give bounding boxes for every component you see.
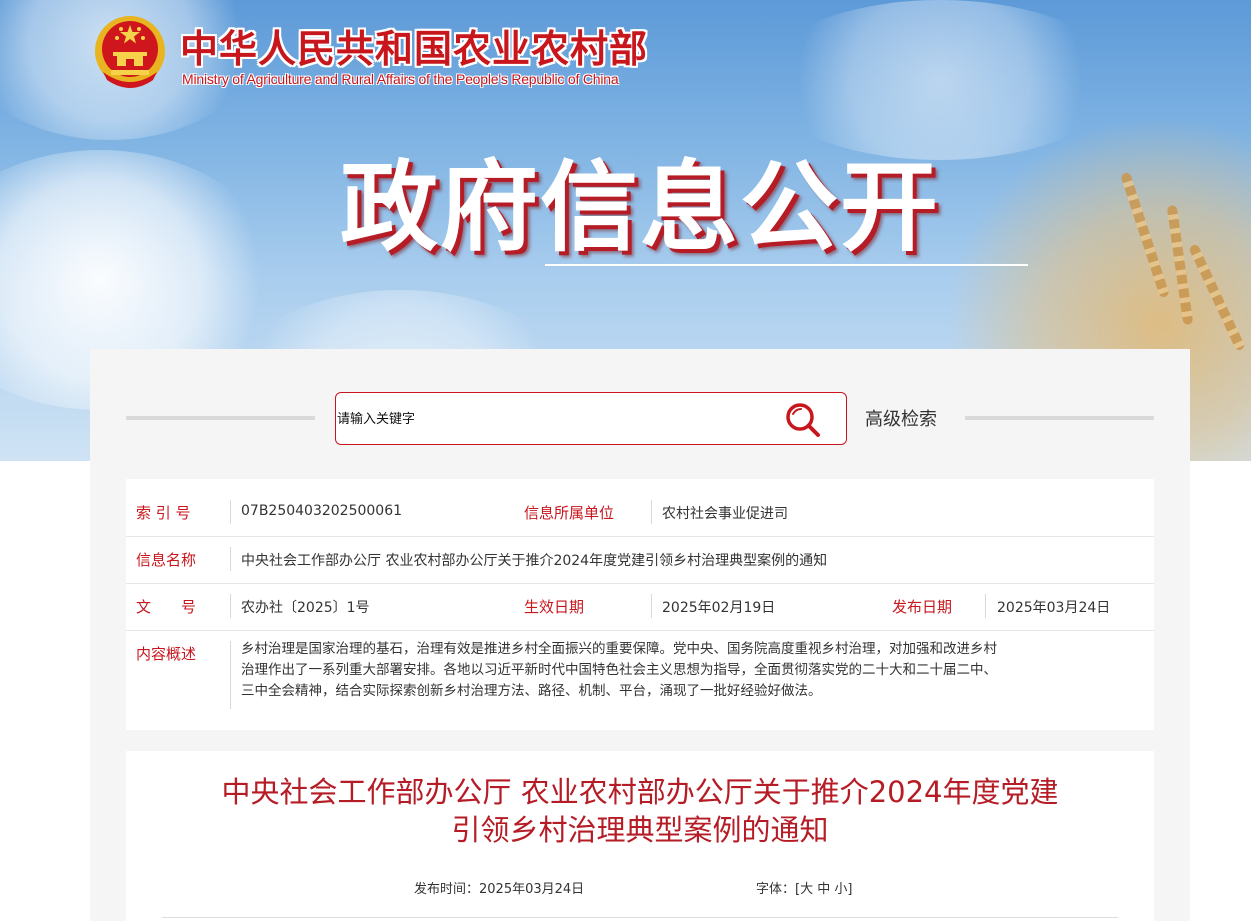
article-title-line: 中央社会工作部办公厅 农业农村部办公厅关于推介2024年度党建	[221, 775, 1059, 809]
docno-value: 农办社〔2025〕1号	[241, 600, 370, 616]
docno-label: 文 号	[136, 598, 197, 616]
article: 中央社会工作部办公厅 农业农村部办公厅关于推介2024年度党建 引领乡村治理典型…	[126, 751, 1154, 921]
publish-date-value: 2025年03月24日	[997, 600, 1111, 616]
publish-time-value: 2025年03月24日	[479, 882, 585, 897]
search-divider-left	[126, 416, 315, 420]
publish-date-label: 发布日期	[892, 598, 953, 616]
article-title: 中央社会工作部办公厅 农业农村部办公厅关于推介2024年度党建 引领乡村治理典型…	[126, 773, 1154, 849]
info-row-summary: 内容概述 乡村治理是国家治理的基石，治理有效是推进乡村全面振兴的重要保障。党中央…	[126, 631, 1154, 721]
font-size-label: 字体：	[756, 882, 796, 897]
info-row-docno: 文 号 农办社〔2025〕1号 生效日期 2025年02月19日 发布日期 20…	[126, 584, 1154, 631]
cell-divider	[230, 594, 231, 618]
search-bar: 高级检索	[90, 392, 1190, 445]
font-large-button[interactable]: 大	[800, 882, 813, 897]
search-input[interactable]	[336, 406, 756, 432]
cell-divider	[230, 547, 231, 571]
hero-title: 政府信息公开	[340, 151, 941, 265]
publish-time-label: 发布时间：	[414, 882, 480, 897]
site-brand-subtitle: Ministry of Agriculture and Rural Affair…	[182, 71, 619, 87]
info-row-index: 索 引 号 07B250403202500061 信息所属单位 农村社会事业促进…	[126, 490, 1154, 537]
cell-divider	[230, 500, 231, 524]
article-title-line: 引领乡村治理典型案例的通知	[451, 813, 829, 847]
summary-line: 三中全会精神，结合实际探索创新乡村治理方法、路径、机制、平台，涌现了一批好经验好…	[241, 683, 822, 699]
article-divider	[162, 917, 1118, 918]
cell-divider	[985, 594, 986, 618]
unit-label: 信息所属单位	[524, 504, 615, 522]
name-value: 中央社会工作部办公厅 农业农村部办公厅关于推介2024年度党建引领乡村治理典型案…	[241, 553, 828, 569]
font-medium-button[interactable]: 中	[817, 882, 830, 897]
info-table: 索 引 号 07B250403202500061 信息所属单位 农村社会事业促进…	[126, 479, 1154, 730]
cell-divider	[651, 500, 652, 524]
name-label: 信息名称	[136, 551, 197, 569]
unit-value: 农村社会事业促进司	[662, 506, 788, 522]
info-row-name: 信息名称 中央社会工作部办公厅 农业农村部办公厅关于推介2024年度党建引领乡村…	[126, 537, 1154, 584]
font-bracket-close: ]	[847, 882, 853, 897]
advanced-search-link[interactable]: 高级检索	[865, 405, 937, 431]
cell-divider	[651, 594, 652, 618]
index-label: 索 引 号	[136, 504, 191, 522]
summary-label: 内容概述	[136, 645, 197, 663]
search-divider-right	[965, 416, 1154, 420]
effective-date-value: 2025年02月19日	[662, 600, 776, 616]
index-value: 07B250403202500061	[241, 503, 403, 519]
cell-divider	[230, 641, 231, 709]
search-box	[335, 392, 847, 445]
effective-date-label: 生效日期	[524, 598, 585, 616]
national-emblem-icon	[95, 16, 165, 88]
search-icon[interactable]	[784, 401, 822, 439]
summary-line: 治理作出了一系列重大部署安排。各地以习近平新时代中国特色社会主义思想为指导，全面…	[241, 662, 997, 678]
summary-text: 乡村治理是国家治理的基石，治理有效是推进乡村全面振兴的重要保障。党中央、国务院高…	[241, 639, 1146, 702]
site-brand-title: 中华人民共和国农业农村部	[180, 27, 649, 71]
hero-divider	[545, 264, 1028, 266]
publish-time: 发布时间：2025年03月24日	[414, 878, 584, 897]
font-small-button[interactable]: 小	[834, 882, 847, 897]
summary-line: 乡村治理是国家治理的基石，治理有效是推进乡村全面振兴的重要保障。党中央、国务院高…	[241, 641, 997, 657]
font-size-switcher: 字体：[大 中 小]	[756, 878, 853, 897]
main-panel: 高级检索 索 引 号 07B250403202500061 信息所属单位 农村社…	[90, 349, 1190, 921]
